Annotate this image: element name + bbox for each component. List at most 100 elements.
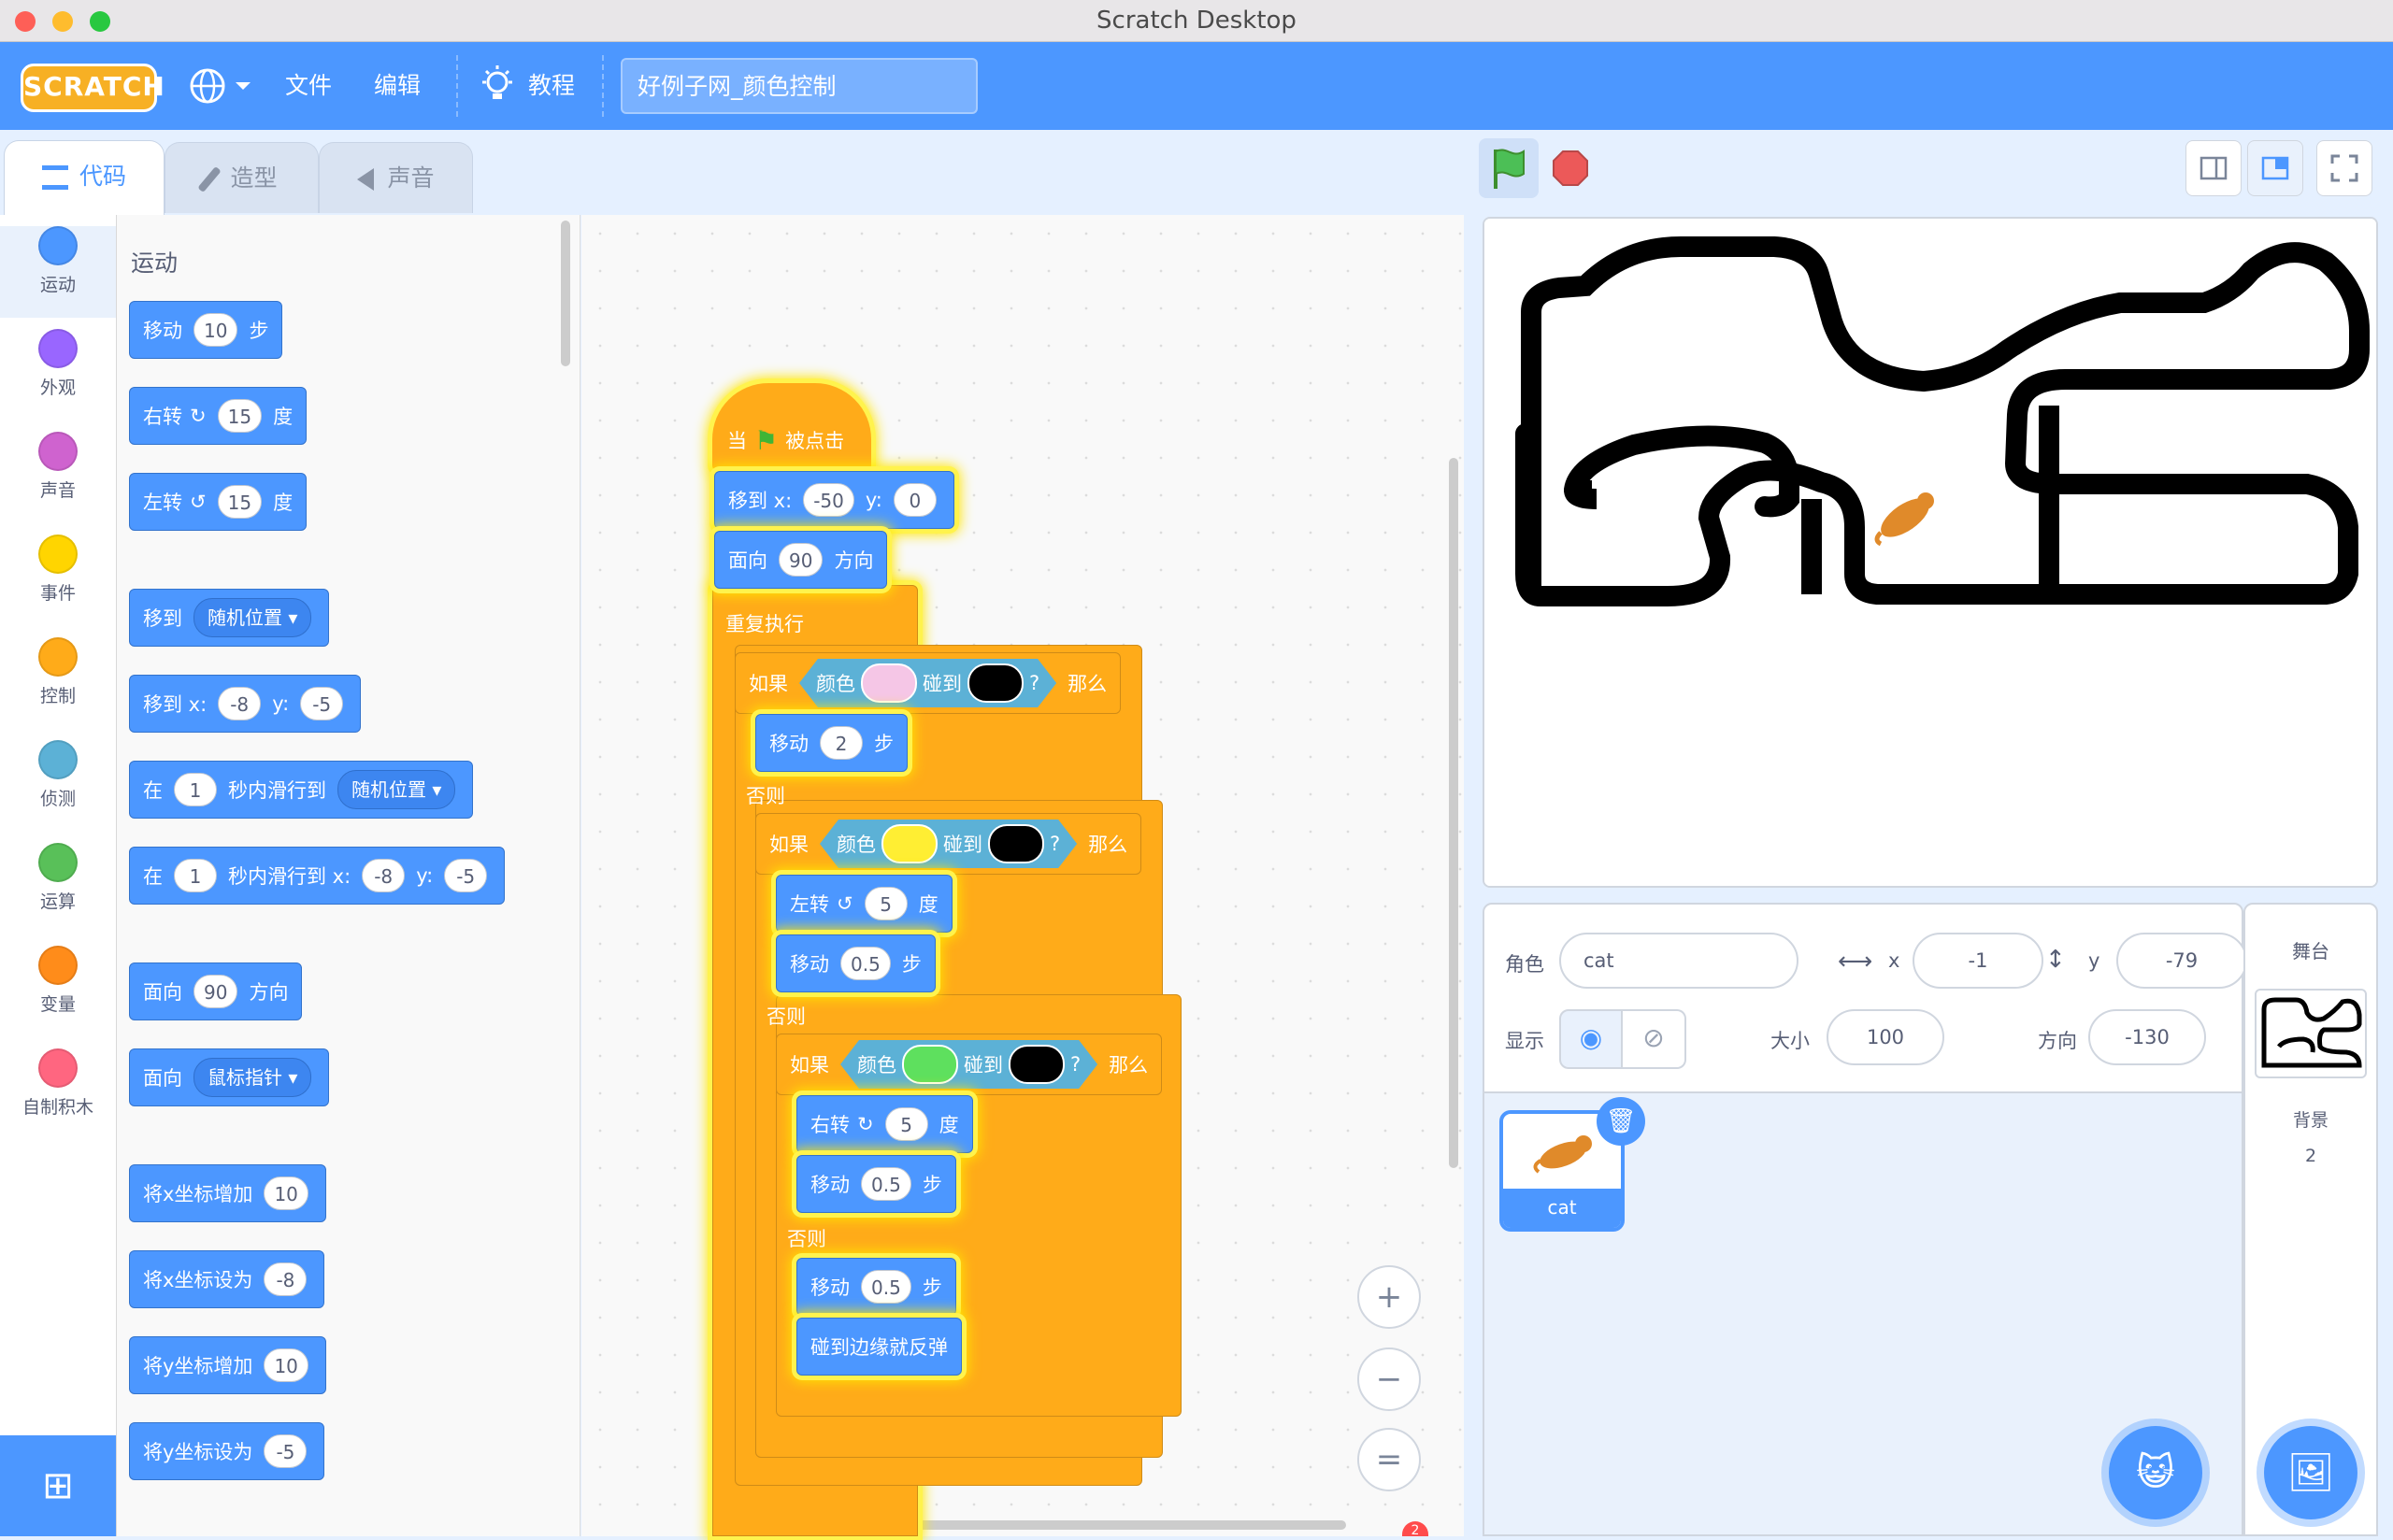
goto-xy-block[interactable]: 移到 x: -8 y: -5 — [129, 675, 362, 733]
x-input[interactable]: -8 — [362, 859, 406, 892]
category-variables[interactable]: 变量 — [0, 946, 116, 1037]
y-change-input[interactable]: 10 — [264, 1348, 308, 1382]
move-steps-script-4[interactable]: 移动 0.5 步 — [796, 1258, 956, 1316]
fullscreen-button[interactable] — [2316, 140, 2372, 196]
change-y-block[interactable]: 将y坐标增加 10 — [129, 1336, 326, 1394]
move-steps-script-1[interactable]: 移动 2 步 — [755, 714, 908, 772]
choose-backdrop-button[interactable]: 🖼 — [2264, 1426, 2357, 1519]
large-stage-button[interactable] — [2247, 140, 2303, 196]
small-stage-button[interactable] — [2185, 140, 2242, 196]
sprite-name-input[interactable]: cat — [1559, 933, 1798, 989]
y-set-input[interactable]: -5 — [264, 1434, 308, 1468]
goto-block[interactable]: 移到 随机位置 ▾ — [129, 589, 330, 647]
zoom-in-button[interactable]: + — [1357, 1265, 1421, 1329]
steps-input[interactable]: 0.5 — [861, 1167, 911, 1201]
steps-input[interactable]: 0.5 — [861, 1270, 911, 1304]
point-towards-block[interactable]: 面向 鼠标指针 ▾ — [129, 1048, 330, 1106]
file-menu[interactable]: 文件 — [285, 42, 332, 130]
show-sprite-button[interactable]: ◉ — [1559, 1009, 1623, 1069]
point-towards-dropdown[interactable]: 鼠标指针 ▾ — [193, 1058, 312, 1097]
color-swatch-yellow[interactable] — [881, 824, 938, 863]
if-touching-color-3[interactable]: 如果 颜色 碰到? 那么 — [776, 1034, 1163, 1095]
backdrop-thumbnail[interactable] — [2255, 989, 2367, 1078]
zoom-out-button[interactable]: − — [1357, 1348, 1421, 1411]
move-steps-block[interactable]: 移动 10 步 — [129, 301, 283, 359]
tab-code[interactable]: 代码 — [4, 140, 165, 215]
color-swatch-black[interactable] — [967, 663, 1024, 703]
choose-sprite-button[interactable]: 😺 — [2109, 1426, 2202, 1519]
steps-input[interactable]: 0.5 — [840, 947, 891, 980]
y-input[interactable]: -5 — [444, 859, 488, 892]
turn-left-block[interactable]: 左转 ↺ 15 度 — [129, 473, 308, 531]
stage-canvas[interactable] — [1483, 217, 2378, 888]
direction-input[interactable]: 90 — [779, 543, 824, 577]
x-change-input[interactable]: 10 — [264, 1176, 308, 1210]
turn-left-script-block[interactable]: 左转 ↺ 5 度 — [776, 875, 953, 933]
seconds-input[interactable]: 1 — [174, 859, 217, 892]
size-input[interactable]: 100 — [1827, 1009, 1944, 1065]
set-x-block[interactable]: 将x坐标设为 -8 — [129, 1250, 325, 1308]
category-control[interactable]: 控制 — [0, 637, 116, 729]
set-y-block[interactable]: 将y坐标设为 -5 — [129, 1422, 325, 1480]
degrees-input[interactable]: 5 — [884, 1107, 928, 1141]
x-input[interactable]: -8 — [218, 687, 262, 720]
turn-right-script-block[interactable]: 右转 ↻ 5 度 — [796, 1095, 973, 1153]
category-sensing[interactable]: 侦测 — [0, 740, 116, 832]
degrees-input[interactable]: 15 — [217, 485, 263, 519]
category-operators[interactable]: 运算 — [0, 843, 116, 934]
color-touching-color-condition[interactable]: 颜色 碰到? — [840, 1040, 1097, 1089]
color-swatch-green[interactable] — [902, 1045, 958, 1084]
direction-input[interactable]: 90 — [193, 975, 238, 1008]
turn-right-block[interactable]: 右转 ↻ 15 度 — [129, 387, 308, 445]
move-steps-script-2[interactable]: 移动 0.5 步 — [776, 934, 936, 992]
edit-menu[interactable]: 编辑 — [374, 42, 421, 130]
degrees-input[interactable]: 5 — [864, 887, 908, 920]
tutorials-menu[interactable]: 教程 — [528, 42, 575, 130]
workspace-vertical-scrollbar[interactable] — [1449, 458, 1458, 1168]
green-flag-button[interactable] — [1479, 138, 1539, 198]
language-menu[interactable] — [187, 67, 262, 105]
category-events[interactable]: 事件 — [0, 535, 116, 626]
glide-block[interactable]: 在 1 秒内滑行到 随机位置 ▾ — [129, 761, 474, 819]
direction-input[interactable]: -130 — [2088, 1009, 2206, 1065]
x-input[interactable]: -50 — [803, 483, 854, 517]
stop-button[interactable] — [1552, 150, 1589, 187]
if-touching-color-1[interactable]: 如果 颜色 碰到? 那么 — [735, 652, 1122, 714]
degrees-input[interactable]: 15 — [217, 399, 263, 433]
category-motion[interactable]: 运动 — [0, 226, 116, 318]
category-my-blocks[interactable]: 自制积木 — [0, 1048, 116, 1140]
color-touching-color-condition[interactable]: 颜色 碰到? — [820, 820, 1077, 868]
delete-sprite-button[interactable]: 🗑 — [1597, 1097, 1645, 1146]
color-touching-color-condition[interactable]: 颜色 碰到? — [799, 659, 1056, 707]
point-direction-script-block[interactable]: 面向 90 方向 — [714, 531, 888, 589]
bounce-on-edge-block[interactable]: 碰到边缘就反弹 — [796, 1318, 962, 1376]
y-input[interactable]: -79 — [2116, 933, 2247, 989]
steps-input[interactable]: 10 — [193, 313, 238, 347]
tab-costumes[interactable]: 造型 — [165, 142, 319, 213]
glide-xy-block[interactable]: 在 1 秒内滑行到 x: -8 y: -5 — [129, 847, 506, 905]
x-input[interactable]: -1 — [1913, 933, 2043, 989]
point-direction-block[interactable]: 面向 90 方向 — [129, 962, 303, 1020]
move-steps-script-3[interactable]: 移动 0.5 步 — [796, 1155, 956, 1213]
add-extension-button[interactable]: ⊞ — [0, 1435, 116, 1536]
category-sound[interactable]: 声音 — [0, 432, 116, 523]
change-x-block[interactable]: 将x坐标增加 10 — [129, 1164, 326, 1222]
y-input[interactable]: 0 — [893, 483, 937, 517]
when-flag-clicked-block[interactable]: 当 ⚑ 被点击 — [714, 411, 857, 469]
glide-target-dropdown[interactable]: 随机位置 ▾ — [337, 770, 456, 809]
goto-xy-script-block[interactable]: 移到 x: -50 y: 0 — [714, 471, 954, 529]
y-input[interactable]: -5 — [300, 687, 344, 720]
goto-target-dropdown[interactable]: 随机位置 ▾ — [193, 598, 312, 637]
palette-scrollbar[interactable] — [561, 221, 570, 366]
x-set-input[interactable]: -8 — [264, 1262, 308, 1296]
zoom-reset-button[interactable]: = — [1357, 1428, 1421, 1491]
color-swatch-pink[interactable] — [861, 663, 917, 703]
scratch-logo[interactable]: SCRATCH — [21, 64, 165, 112]
cat-sprite[interactable] — [1868, 490, 1942, 547]
tab-sounds[interactable]: 声音 — [319, 142, 473, 213]
project-title-input[interactable]: 好例子网_颜色控制 — [621, 58, 978, 114]
steps-input[interactable]: 2 — [820, 726, 863, 760]
color-swatch-black[interactable] — [1009, 1045, 1065, 1084]
seconds-input[interactable]: 1 — [174, 773, 217, 806]
color-swatch-black[interactable] — [988, 824, 1044, 863]
